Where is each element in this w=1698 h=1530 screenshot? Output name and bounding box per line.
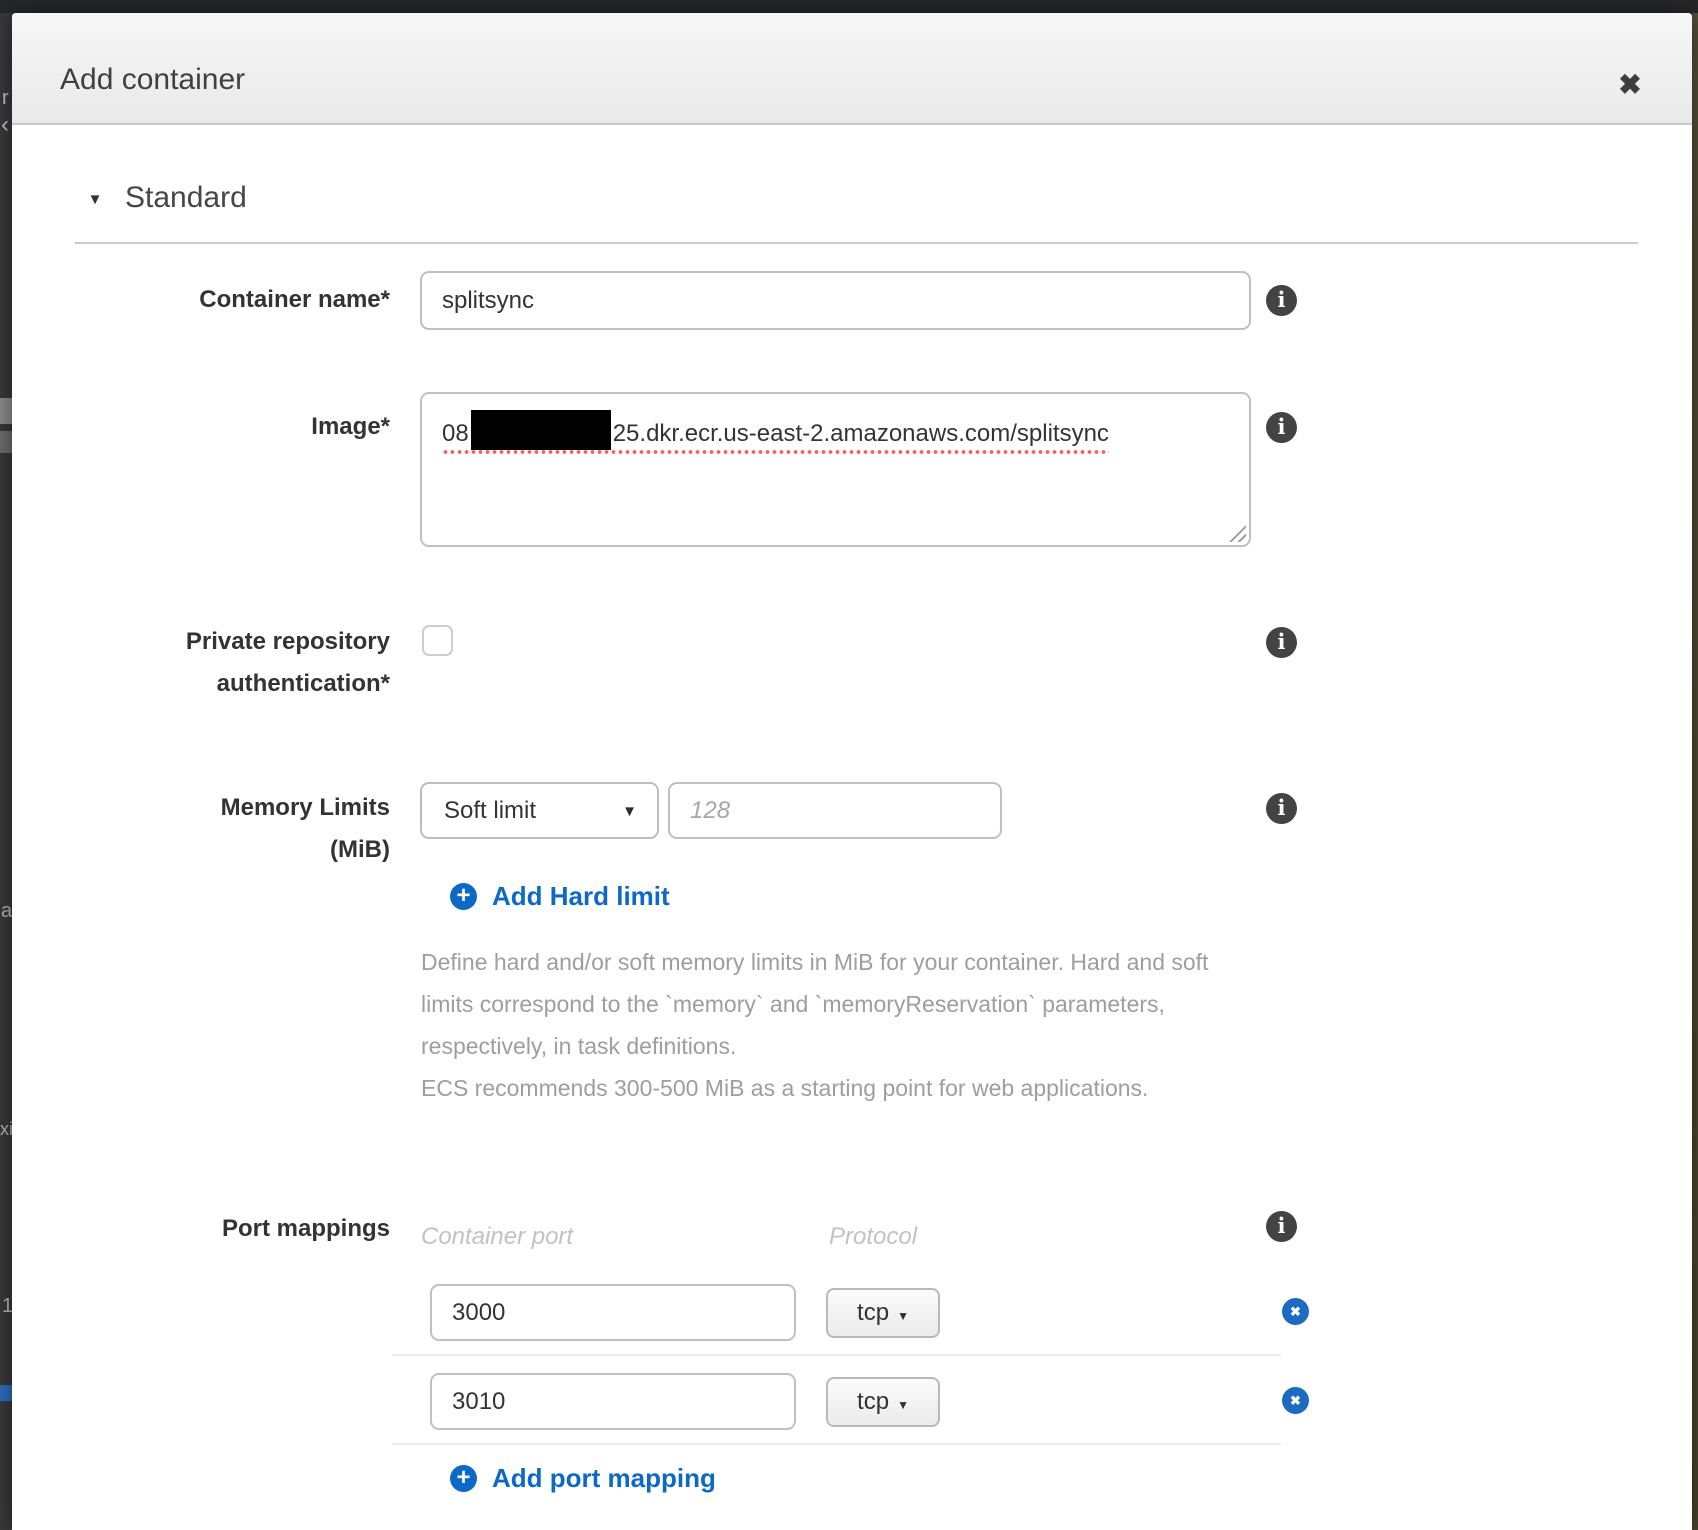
image-value-suffix: 25.dkr.ecr.us-east-2.amazonaws.com/split… bbox=[613, 420, 1109, 447]
port-mappings-label: Port mappings bbox=[80, 1215, 390, 1243]
chevron-down-icon: ▼ bbox=[622, 803, 637, 820]
background-page-fragment: a bbox=[1, 901, 12, 921]
port-row bbox=[430, 1373, 796, 1430]
protocol-select[interactable]: tcp ▼ bbox=[826, 1377, 940, 1427]
private-repo-label-line1: Private repository bbox=[80, 628, 390, 656]
modal-header: Add container ✖ bbox=[12, 13, 1692, 125]
image-textarea[interactable]: 08 25.dkr.ecr.us-east-2.amazonaws.com/spl… bbox=[420, 392, 1251, 547]
background-page-fragment bbox=[0, 398, 12, 424]
info-icon[interactable]: i bbox=[1266, 1211, 1297, 1242]
memory-limit-type-value: Soft limit bbox=[444, 784, 536, 837]
memory-limit-value-box bbox=[668, 782, 1002, 839]
help-line: respectively, in task definitions. bbox=[421, 1025, 1251, 1067]
protocol-value: tcp bbox=[857, 1299, 889, 1326]
image-label: Image* bbox=[80, 413, 390, 441]
add-hard-limit-link[interactable]: Add Hard limit bbox=[492, 881, 670, 912]
memory-limit-value-input[interactable] bbox=[670, 784, 1000, 837]
textarea-resize-handle[interactable] bbox=[1229, 525, 1246, 542]
chevron-down-icon: ▼ bbox=[897, 1309, 909, 1323]
section-divider bbox=[75, 242, 1638, 244]
background-page-fragment: 1 bbox=[2, 1296, 12, 1316]
memory-limit-type-select[interactable]: Soft limit ▼ bbox=[420, 782, 659, 839]
container-name-field-box bbox=[420, 271, 1251, 330]
container-name-label: Container name* bbox=[80, 286, 390, 314]
help-line: Define hard and/or soft memory limits in… bbox=[421, 941, 1251, 983]
help-line: ECS recommends 300-500 MiB as a starting… bbox=[421, 1067, 1251, 1109]
background-page-fragment bbox=[0, 431, 12, 453]
add-icon[interactable]: + bbox=[450, 1465, 477, 1492]
add-container-modal: Add container ✖ ▼ Standard Container nam… bbox=[12, 13, 1692, 1530]
background-page-fragment: r bbox=[2, 88, 9, 108]
private-repo-checkbox[interactable] bbox=[422, 625, 453, 656]
close-icon[interactable]: ✖ bbox=[1610, 65, 1650, 105]
memory-limits-help-text: Define hard and/or soft memory limits in… bbox=[421, 941, 1251, 1109]
help-line: limits correspond to the `memory` and `m… bbox=[421, 983, 1251, 1025]
background-page-strip: r ‹ a xi 1 bbox=[0, 13, 12, 1530]
section-collapse-icon[interactable]: ▼ bbox=[80, 191, 110, 208]
modal-title: Add container bbox=[60, 63, 245, 97]
port-row-divider bbox=[392, 1443, 1281, 1445]
info-icon[interactable]: i bbox=[1266, 412, 1297, 443]
protocol-value: tcp bbox=[857, 1388, 889, 1415]
background-page-fragment bbox=[0, 1385, 12, 1401]
image-value-prefix: 08 bbox=[442, 420, 469, 447]
redaction-box bbox=[471, 410, 611, 450]
background-page-fragment: xi bbox=[0, 1119, 12, 1139]
add-port-mapping-link[interactable]: Add port mapping bbox=[492, 1463, 716, 1494]
container-name-input[interactable] bbox=[422, 273, 1249, 328]
browser-top-bar bbox=[0, 0, 1698, 13]
container-port-input[interactable] bbox=[432, 1286, 794, 1339]
info-icon[interactable]: i bbox=[1266, 285, 1297, 316]
background-page-fragment: ‹ bbox=[1, 115, 9, 135]
memory-limits-label-line2: (MiB) bbox=[80, 836, 390, 864]
protocol-select[interactable]: tcp ▼ bbox=[826, 1288, 940, 1338]
remove-port-mapping-icon[interactable]: ✖ bbox=[1282, 1298, 1309, 1325]
remove-port-mapping-icon[interactable]: ✖ bbox=[1282, 1387, 1309, 1414]
container-port-column-header: Container port bbox=[421, 1223, 573, 1251]
chevron-down-icon: ▼ bbox=[897, 1398, 909, 1412]
port-row-divider bbox=[392, 1354, 1281, 1356]
memory-limits-label-line1: Memory Limits bbox=[80, 794, 390, 822]
container-port-input[interactable] bbox=[432, 1375, 794, 1428]
background-page-strip-right bbox=[1692, 13, 1698, 1530]
add-icon[interactable]: + bbox=[450, 883, 477, 910]
info-icon[interactable]: i bbox=[1266, 793, 1297, 824]
image-value: 08 25.dkr.ecr.us-east-2.amazonaws.com/spl… bbox=[442, 420, 1109, 455]
section-title[interactable]: Standard bbox=[125, 181, 247, 215]
screen: r ‹ a xi 1 Add container ✖ ▼ Standard Co… bbox=[0, 0, 1698, 1530]
private-repo-label-line2: authentication* bbox=[80, 670, 390, 698]
info-icon[interactable]: i bbox=[1266, 627, 1297, 658]
port-row bbox=[430, 1284, 796, 1341]
protocol-column-header: Protocol bbox=[829, 1223, 917, 1251]
